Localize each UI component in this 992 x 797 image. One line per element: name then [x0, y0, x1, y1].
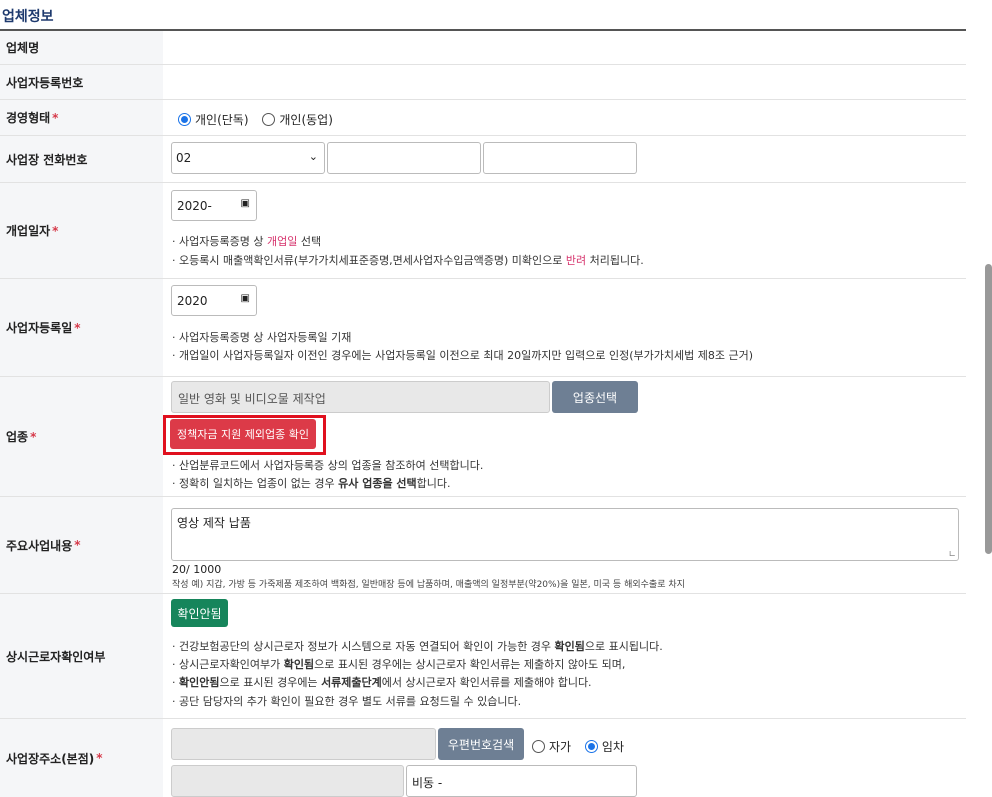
ownership-option-own: 자가: [549, 740, 572, 754]
biz-type-option-single: 개인(단독): [195, 113, 249, 127]
employee-note-4: · 공단 담당자의 추가 확인이 필요한 경우 별도 서류를 요청드릴 수 있습…: [172, 695, 522, 708]
reg-date-label: 사업자등록일 *: [0, 279, 163, 376]
employee-check-label: 상시근로자확인여부: [0, 594, 163, 718]
row-main-business: 주요사업내용 * 영상 제작 납품 ∟ 20/ 1000 작성 예) 지갑, 가방…: [0, 497, 966, 594]
address-label: 사업장주소(본점) *: [0, 719, 163, 797]
calendar-icon: ▣: [240, 198, 250, 209]
ownership-radio-own[interactable]: [532, 740, 545, 753]
biz-number-label: 사업자등록번호: [0, 65, 163, 99]
industry-note-2: · 정확히 일치하는 업종이 없는 경우 유사 업종을 선택합니다.: [172, 477, 451, 490]
reg-date-note-1: · 사업자등록증명 상 사업자등록일 기재: [172, 331, 352, 344]
biz-type-label: 경영형태 *: [0, 100, 163, 135]
open-date-label: 개업일자 *: [0, 183, 163, 278]
char-counter: 20/ 1000: [172, 563, 222, 576]
zip-search-button[interactable]: 우편번호검색: [438, 728, 524, 760]
reg-date-input[interactable]: 2020 ▣: [171, 285, 257, 316]
main-business-label: 주요사업내용 *: [0, 497, 163, 593]
biz-type-option-partner: 개인(동업): [279, 113, 333, 127]
employee-note-2: · 상시근로자확인여부가 확인됨으로 표시된 경우에는 상시근로자 확인서류는 …: [172, 658, 626, 671]
open-date-note-2: · 오등록시 매출액확인서류(부가가치세표준증명,면세사업자수입금액증명) 미확…: [172, 254, 644, 267]
main-business-textarea[interactable]: 영상 제작 납품 ∟: [171, 508, 959, 561]
phone-last-input[interactable]: [483, 142, 637, 174]
address-detail-input[interactable]: 비동 -: [406, 765, 637, 797]
row-industry: 업종 * 일반 영화 및 비디오물 제작업 업종선택 정책자금 지원 제외업종 확…: [0, 377, 966, 497]
industry-label: 업종 *: [0, 377, 163, 496]
employee-status-button[interactable]: 확인안됨: [171, 599, 228, 627]
biz-number-value: [163, 65, 966, 99]
industry-note-1: · 산업분류코드에서 사업자등록증 상의 업종을 참조하여 선택합니다.: [172, 459, 484, 472]
row-employee-check: 상시근로자확인여부 확인안됨 · 건강보험공단의 상시근로자 정보가 시스템으로…: [0, 594, 966, 719]
main-business-example: 작성 예) 지갑, 가방 등 가죽제품 제조하여 백화점, 일반매장 등에 납품…: [172, 580, 685, 590]
row-phone: 사업장 전화번호 02 ⌄: [0, 136, 966, 183]
row-biz-number: 사업자등록번호: [0, 65, 966, 100]
calendar-icon: ▣: [240, 293, 250, 304]
industry-select-button[interactable]: 업종선택: [552, 381, 638, 413]
employee-note-3: · 확인안됨으로 표시된 경우에는 서류제출단계에서 상시근로자 확인서류를 제…: [172, 676, 592, 689]
chevron-down-icon: ⌄: [308, 150, 318, 163]
biz-type-radio-single[interactable]: [178, 113, 191, 126]
row-biz-type: 경영형태 * 개인(단독) 개인(동업): [0, 100, 966, 136]
row-company-name: 업체명: [0, 31, 966, 65]
company-name-value: [163, 31, 966, 64]
industry-input[interactable]: 일반 영화 및 비디오물 제작업: [171, 381, 550, 413]
ownership-radio-rent[interactable]: [584, 740, 598, 753]
area-code-select[interactable]: 02 ⌄: [171, 142, 325, 174]
employee-note-1: · 건강보험공단의 상시근로자 정보가 시스템으로 자동 연결되어 확인이 가능…: [172, 640, 663, 653]
reg-date-note-2: · 개업일이 사업자등록일자 이전인 경우에는 사업자등록일 이전으로 최대 2…: [172, 349, 754, 362]
phone-middle-input[interactable]: [327, 142, 481, 174]
phone-label: 사업장 전화번호: [0, 136, 163, 182]
company-name-label: 업체명: [0, 31, 163, 64]
resize-handle-icon[interactable]: ∟: [948, 550, 956, 560]
zip-code-input[interactable]: [171, 728, 436, 760]
ownership-option-rent: 임차: [601, 740, 625, 754]
open-date-note-1: · 사업자등록증명 상 개업일 선택: [172, 235, 322, 248]
section-title: 업체정보: [2, 9, 54, 25]
excluded-industry-check-button[interactable]: 정책자금 지원 제외업종 확인: [170, 419, 316, 449]
row-reg-date: 사업자등록일 * 2020 ▣ · 사업자등록증명 상 사업자등록일 기재 · 개…: [0, 279, 966, 377]
section-header: 업체정보: [0, 0, 966, 31]
row-open-date: 개업일자 * 2020- ▣ · 사업자등록증명 상 개업일 선택 · 오등록시 …: [0, 183, 966, 279]
address-main-input[interactable]: [171, 765, 404, 797]
scrollbar-thumb[interactable]: [985, 264, 992, 554]
open-date-input[interactable]: 2020- ▣: [171, 190, 257, 221]
row-address: 사업장주소(본점) * 우편번호검색 자가 임차 비동 -: [0, 719, 966, 797]
biz-type-radio-partner[interactable]: [262, 113, 276, 126]
